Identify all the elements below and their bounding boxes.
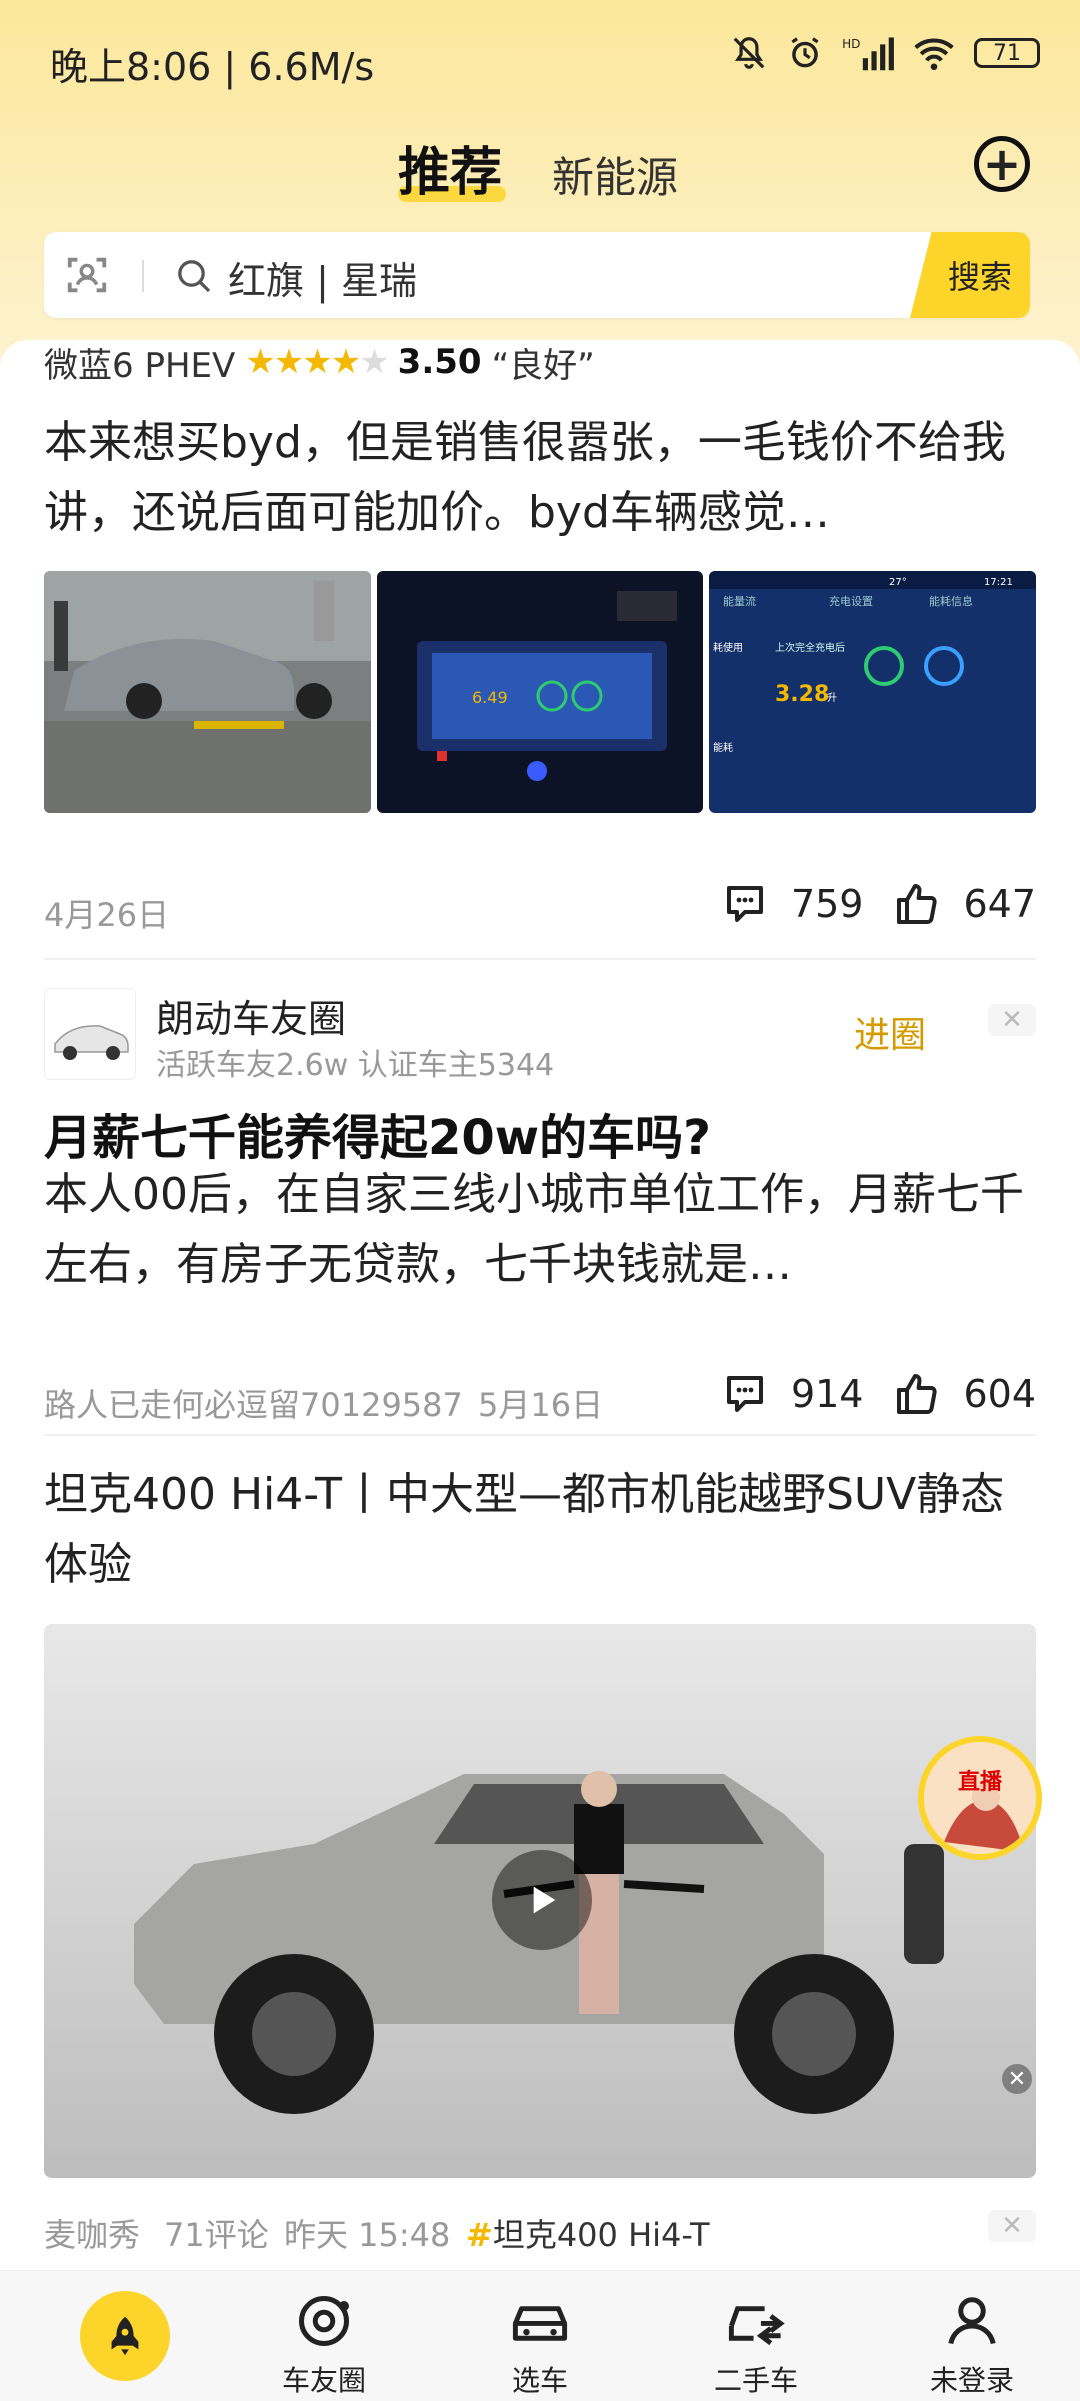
post-author[interactable]: 麦咖秀 — [44, 2210, 140, 2256]
car-icon — [512, 2306, 568, 2341]
thumb-label-1: 耗使用 — [713, 641, 743, 654]
nav-label: 未登录 — [929, 2364, 1014, 2397]
svg-text:HD: HD — [842, 37, 860, 51]
close-icon[interactable]: ✕ — [988, 2210, 1036, 2242]
thumb-unit: 升 — [827, 692, 837, 704]
user-icon — [948, 2297, 996, 2345]
play-icon — [533, 1886, 556, 1914]
circle-avatar[interactable] — [44, 988, 136, 1080]
post-images[interactable]: 6.49 27° 17:21 能量流 充电设置 能耗信息 耗使用 能耗 上次完全… — [44, 571, 1037, 813]
like-button[interactable]: 604 — [893, 1370, 1036, 1418]
thumb-time: 17:21 — [984, 577, 1013, 588]
search-divider — [142, 260, 144, 292]
divider — [44, 958, 1036, 960]
thumb-label-2: 能耗 — [713, 741, 733, 754]
comment-count: 759 — [790, 882, 864, 926]
plus-icon: + — [982, 137, 1022, 191]
post-meta-row: 4月26日 759 647 — [44, 880, 1036, 940]
nav-label: 选车 — [511, 2364, 568, 2397]
thumb-header: 上次完全充电后 — [775, 641, 845, 654]
like-button[interactable]: 647 — [893, 880, 1036, 928]
top-tabs: 推荐 新能源 — [0, 130, 1080, 210]
post-image-2[interactable]: 6.49 — [376, 571, 704, 813]
thumbs-up-icon — [897, 1374, 938, 1414]
car-name: 微蓝6 PHEV — [44, 345, 236, 385]
status-bar: 晚上8:06 | 6.6M/s HD 71 — [0, 0, 1080, 120]
video-thumbnail[interactable] — [44, 1624, 1036, 2178]
search-button[interactable]: 搜索 — [910, 232, 1030, 318]
nav-used-car[interactable]: 二手车 — [666, 2271, 846, 2401]
live-label: 直播 — [957, 1770, 1002, 1795]
car-rating-row: 微蓝6 PHEV ★★★★★ 3.50 “良好” — [44, 340, 595, 384]
post-date: 4月26日 — [44, 896, 170, 934]
circle-stats: 活跃车友2.6w 认证车主5344 — [156, 1048, 555, 1083]
search-bar[interactable]: 红旗 | 星瑞 搜索 — [44, 232, 1030, 318]
thumb-tab-2: 充电设置 — [829, 594, 873, 608]
nav-circle[interactable]: 车友圈 — [234, 2271, 414, 2401]
close-icon[interactable]: ✕ — [1002, 2064, 1032, 2094]
bottom-nav: 车友圈 选车 二手车 未登录 — [0, 2270, 1080, 2401]
wifi-icon — [914, 38, 954, 71]
comment-icon — [726, 886, 763, 922]
play-button[interactable] — [492, 1850, 592, 1950]
post-date: 5月16日 — [478, 1386, 604, 1424]
thumb-temp: 27° — [889, 577, 907, 588]
rating-stars-icon: ★★★★★ — [245, 342, 389, 382]
like-count: 647 — [963, 882, 1036, 926]
post-tag-label: 坦克400 Hi4-T — [492, 2216, 710, 2254]
post-title[interactable]: 月薪七千能养得起20w的车吗? — [44, 1098, 711, 1168]
divider — [44, 1434, 1036, 1436]
tab-new-energy[interactable]: 新能源 — [552, 144, 678, 205]
scan-icon[interactable] — [64, 252, 110, 298]
post-title[interactable]: 坦克400 Hi4-T丨中大型—都市机能越野SUV静态体验 — [44, 1460, 1034, 1600]
battery-icon: 71 — [974, 38, 1040, 68]
status-time: 晚上8:06 | 6.6M/s — [50, 45, 375, 89]
close-icon[interactable]: ✕ — [988, 1004, 1036, 1036]
comment-button[interactable]: 759 — [721, 880, 864, 928]
post-meta-row: 路人已走何必逗留70129587 5月16日 914 604 — [44, 1370, 1036, 1430]
tab-recommend[interactable]: 推荐 — [398, 130, 502, 205]
rating-verdict: “良好” — [491, 345, 595, 385]
thumb-value-text: 6.49 — [472, 688, 508, 707]
comment-count: 914 — [790, 1372, 864, 1416]
car-circle-row[interactable]: 朗动车友圈 活跃车友2.6w 认证车主5344 进圈 ✕ — [44, 988, 1036, 1088]
rating-score: 3.50 — [397, 342, 482, 382]
comment-button[interactable]: 914 — [721, 1370, 864, 1418]
nav-profile[interactable]: 未登录 — [882, 2271, 1062, 2401]
comment-icon — [726, 1376, 763, 1412]
like-count: 604 — [963, 1372, 1036, 1416]
post-image-3[interactable]: 27° 17:21 能量流 充电设置 能耗信息 耗使用 能耗 上次完全充电后 3… — [709, 571, 1037, 813]
circle-name[interactable]: 朗动车友圈 — [156, 988, 346, 1043]
live-stream-badge[interactable]: 直播 — [918, 1736, 1042, 1860]
search-input[interactable]: 红旗 | 星瑞 — [228, 250, 417, 305]
thumb-tab-1: 能量流 — [723, 594, 756, 608]
mute-bell-icon — [733, 37, 765, 69]
post-text[interactable]: 本来想买byd，但是销售很嚣张，一毛钱价不给我讲，还说后面可能加价。byd车辆感… — [44, 408, 1034, 548]
post-text[interactable]: 本人00后，在自家三线小城市单位工作，月薪七千左右，有房子无贷款，七千块钱就是… — [44, 1160, 1034, 1300]
nav-label: 车友圈 — [281, 2364, 366, 2397]
nav-home[interactable] — [18, 2271, 198, 2401]
status-icons: HD 71 — [730, 34, 1040, 72]
signal-icon: HD — [842, 37, 894, 71]
thumbs-up-icon — [897, 884, 938, 924]
nav-label: 二手车 — [713, 2364, 798, 2397]
alarm-icon — [791, 37, 819, 68]
post-author[interactable]: 路人已走何必逗留70129587 — [44, 1380, 463, 1426]
nav-select-car[interactable]: 选车 — [450, 2271, 630, 2401]
add-button[interactable]: + — [974, 136, 1030, 192]
feed[interactable]: 微蓝6 PHEV ★★★★★ 3.50 “良好” 本来想买byd，但是销售很嚣张… — [0, 340, 1080, 2270]
hash-icon: # — [466, 2216, 493, 2254]
thumb-value: 3.28 — [775, 682, 829, 707]
thumb-tab-3: 能耗信息 — [929, 594, 973, 608]
rocket-icon — [80, 2291, 170, 2381]
post-tag[interactable]: #坦克400 Hi4-T — [466, 2210, 710, 2256]
post-time: 昨天 15:48 — [284, 2216, 451, 2254]
used-car-icon — [728, 2306, 785, 2346]
search-icon — [178, 260, 211, 293]
post-comments: 71评论 — [164, 2216, 269, 2254]
post-meta-row: 麦咖秀 71评论 昨天 15:48 #坦克400 Hi4-T ✕ — [44, 2200, 1036, 2260]
circle-icon — [299, 2296, 349, 2346]
join-circle-button[interactable]: 进圈 — [854, 1006, 926, 1058]
post-image-1[interactable] — [44, 571, 371, 813]
